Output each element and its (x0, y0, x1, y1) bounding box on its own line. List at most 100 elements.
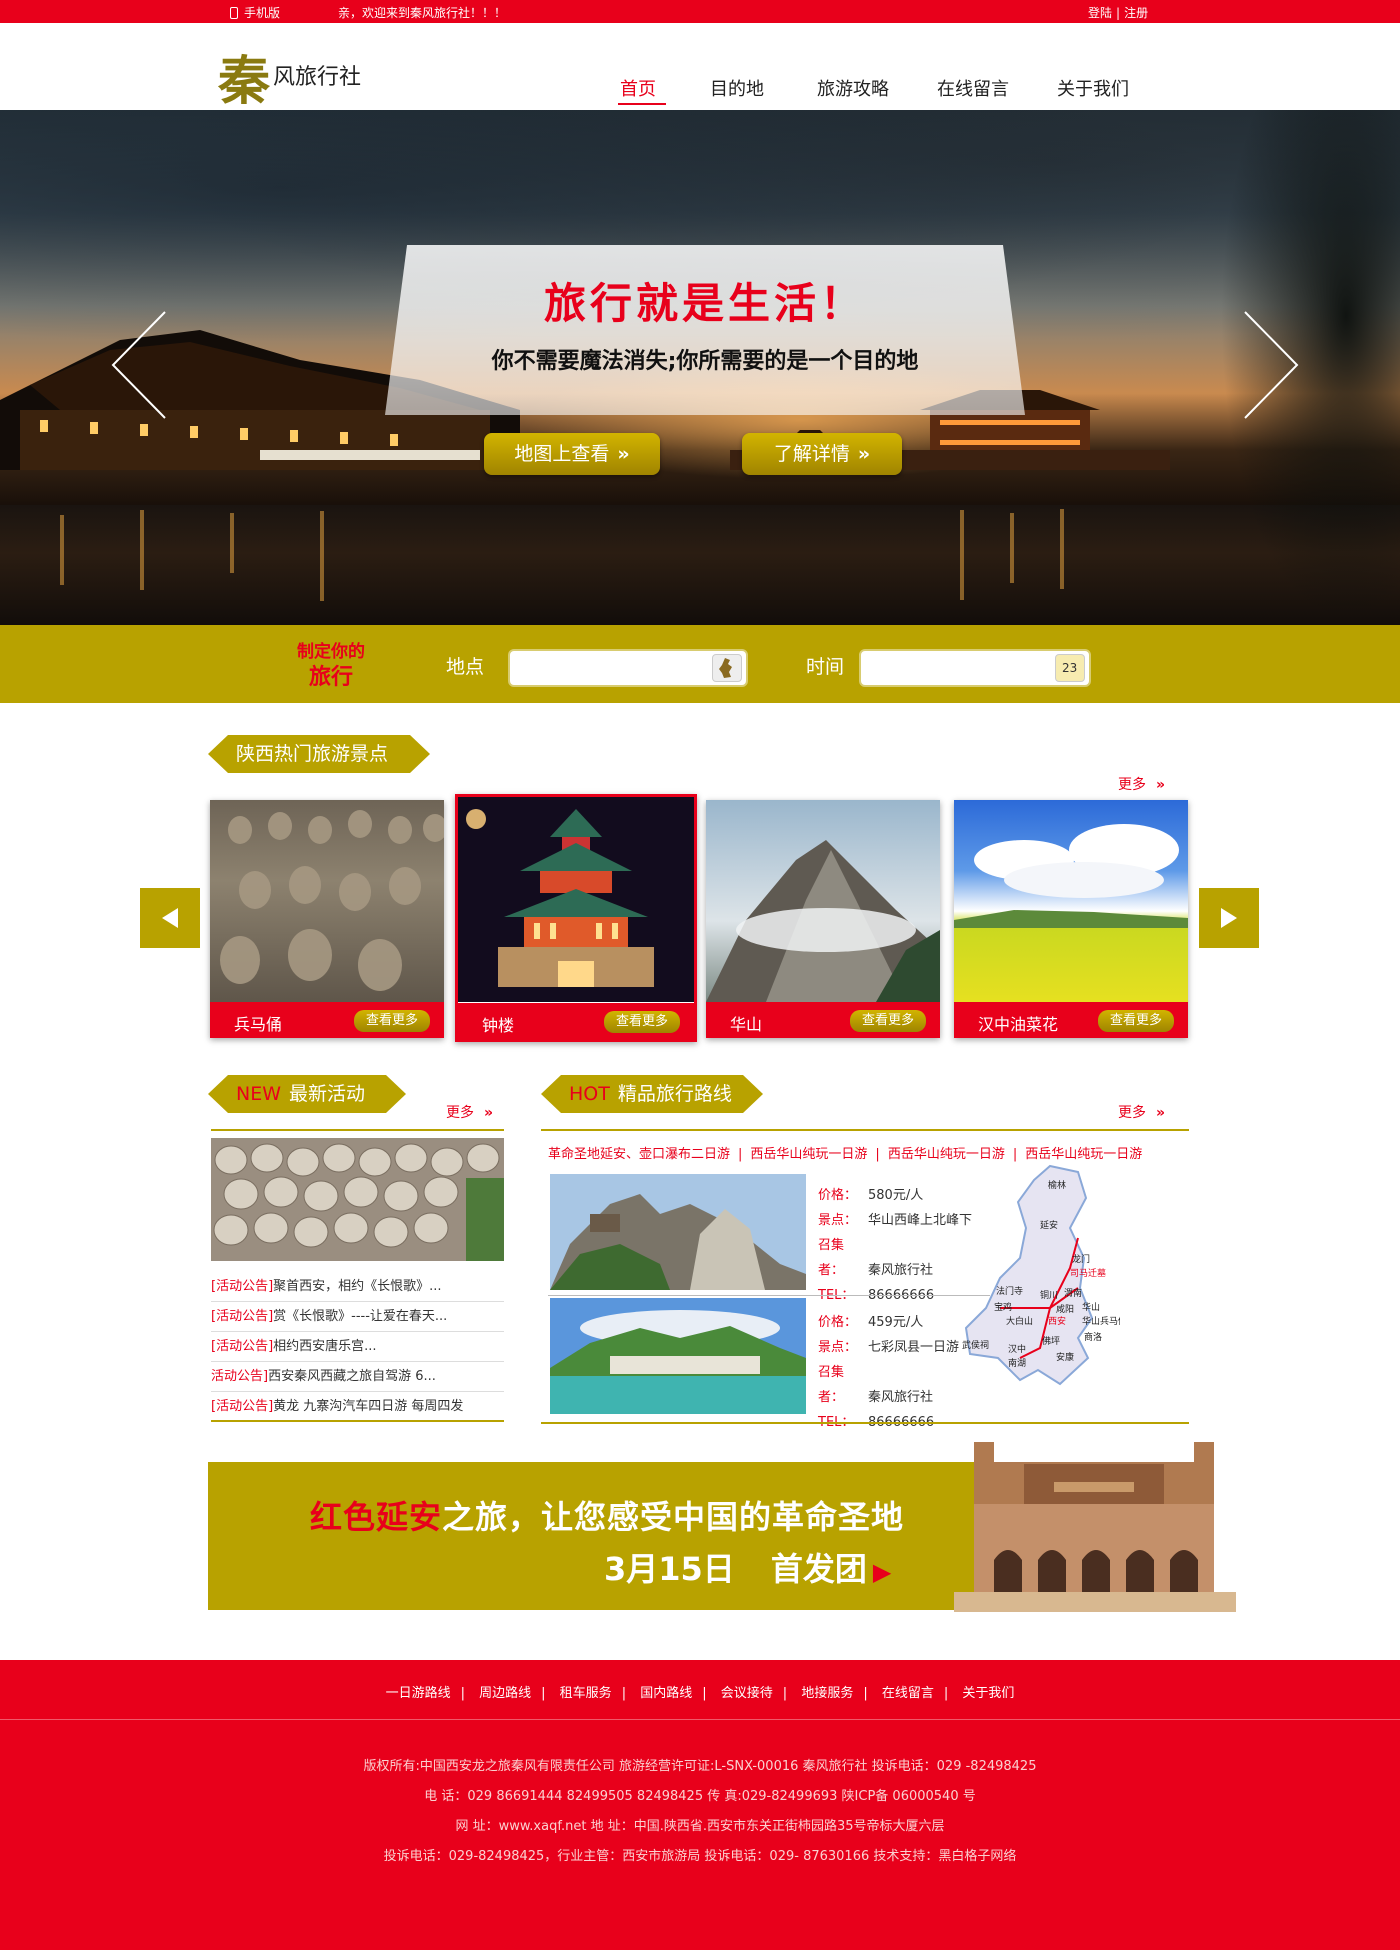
spot-card-rapeseed[interactable]: 汉中油菜花 查看更多 (954, 800, 1188, 1038)
view-more-button[interactable]: 查看更多 (850, 1010, 926, 1032)
route-spot: 华山西峰上北峰下 (868, 1213, 973, 1228)
footer-link[interactable]: 在线留言 (882, 1686, 934, 1701)
more-label: 更多 (1118, 1105, 1146, 1121)
planner-title-line1: 制定你的 (297, 642, 365, 662)
hero-next-arrow-icon[interactable] (1240, 310, 1300, 420)
map-label: 宝鸡 (994, 1301, 1012, 1313)
org-key: 召集者： (818, 1365, 845, 1405)
spot-card-terracotta[interactable]: 兵马俑 查看更多 (210, 800, 444, 1038)
double-chevron-icon: » (857, 443, 871, 465)
map-label: 南湖 (1008, 1357, 1026, 1369)
view-more-button[interactable]: 查看更多 (604, 1011, 680, 1033)
double-chevron-icon: » (484, 1105, 494, 1121)
nav-item-messages[interactable]: 在线留言 (937, 75, 1009, 101)
footer-info: 版权所有:中国西安龙之旅秦风有限责任公司 旅游经营许可证:L-SNX-00016… (0, 1752, 1400, 1872)
spot-card-bar: 华山 查看更多 (706, 1002, 940, 1038)
route-spot: 七彩凤县一日游 (868, 1340, 960, 1355)
logo[interactable]: 秦 风旅行社 (218, 41, 398, 112)
nav-item-home[interactable]: 首页 (620, 75, 656, 101)
place-label: 地点 (446, 656, 485, 678)
route-org: 秦风旅行社 (868, 1263, 934, 1278)
hero-prev-arrow-icon[interactable] (110, 310, 170, 420)
carousel-next-button[interactable] (1199, 888, 1259, 948)
footer-link[interactable]: 周边路线 (479, 1686, 531, 1701)
activities-list: [活动公告]聚首西安，相约《长恨歌》... [活动公告]赏《长恨歌》----让爱… (211, 1272, 504, 1422)
map-label: 龙门 (1072, 1253, 1090, 1265)
time-field: 23 (859, 649, 1091, 687)
yanan-promo-banner[interactable]: 红色延安之旅，让您感受中国的革命圣地 3月15日 首发团 ▶ (208, 1442, 1236, 1612)
activity-text: 相约西安唐乐宫... (273, 1339, 377, 1354)
auth-separator: | (1116, 6, 1121, 20)
spot-card-huashan[interactable]: 华山 查看更多 (706, 800, 940, 1038)
nav-item-guides[interactable]: 旅游攻略 (817, 75, 889, 101)
footer-info-line: 版权所有:中国西安龙之旅秦风有限责任公司 旅游经营许可证:L-SNX-00016… (363, 1759, 1037, 1774)
calendar-day: 23 (1062, 661, 1078, 675)
hero-lake (0, 505, 1400, 625)
map-pin-icon[interactable] (712, 654, 742, 682)
place-input[interactable] (518, 657, 688, 679)
org-key: 召集者： (818, 1238, 845, 1278)
activity-row[interactable]: [活动公告]聚首西安，相约《长恨歌》... (211, 1272, 504, 1302)
activities-title: NEW 最新活动 (208, 1075, 406, 1113)
hot-spots-more-link[interactable]: 更多 » (1118, 774, 1165, 794)
route-link[interactable]: 西岳华山纯玩一日游 (750, 1147, 867, 1162)
footer-link[interactable]: 会议接待 (721, 1686, 773, 1701)
activity-row[interactable]: [活动公告]赏《长恨歌》----让爱在春天... (211, 1302, 504, 1332)
top-bar: 手机版 亲，欢迎来到秦风旅行社！！！ 登陆 | 注册 (0, 0, 1400, 23)
yanan-hall-image (954, 1442, 1236, 1612)
route-info-2: 价格： 459元/人 景点： 七彩凤县一日游 召集者： 秦风旅行社 TEL： 86666… (818, 1310, 959, 1435)
route-info-1: 价格： 580元/人 景点： 华山西峰上北峰下 召集者： 秦风旅行社 TEL： 8666… (818, 1183, 972, 1308)
mobile-label: 手机版 (244, 6, 281, 20)
routes-more-link[interactable]: 更多 » (1118, 1102, 1165, 1122)
spot-card-bell-tower[interactable]: 钟楼 查看更多 (455, 794, 697, 1042)
spot-name: 华山 (730, 1015, 763, 1034)
activity-tag: [活动公告] (211, 1309, 274, 1324)
route-price: 580元/人 (868, 1188, 924, 1203)
route-link[interactable]: 革命圣地延安、壶口瀑布二日游 (548, 1147, 730, 1162)
login-link[interactable]: 登陆 (1088, 6, 1112, 20)
hero-banner: 旅行就是生活！ 你不需要魔法消失;你所需要的是一个目的地 地图上查看 » 了解详情… (0, 110, 1400, 625)
calendar-icon[interactable]: 23 (1055, 654, 1085, 682)
new-badge: NEW (236, 1083, 282, 1105)
time-label: 时间 (806, 656, 845, 678)
activity-row[interactable]: 活动公告]西安秦风西藏之旅自驾游 6... (211, 1362, 504, 1392)
learn-more-button[interactable]: 了解详情 » (742, 433, 902, 475)
footer-link[interactable]: 地接服务 (801, 1686, 853, 1701)
trip-planner-bar: 制定你的 旅行 地点 时间 23 (0, 625, 1400, 703)
mobile-version-link[interactable]: 手机版 (230, 4, 280, 21)
footer-link[interactable]: 国内路线 (640, 1686, 692, 1701)
activity-row[interactable]: [活动公告]相约西安唐乐宫... (211, 1332, 504, 1362)
footer-link[interactable]: 租车服务 (560, 1686, 612, 1701)
register-link[interactable]: 注册 (1124, 6, 1148, 20)
spot-card-bar: 兵马俑 查看更多 (210, 1002, 444, 1038)
planner-title: 制定你的 旅行 (286, 639, 376, 691)
nav-item-destinations[interactable]: 目的地 (710, 75, 764, 101)
route-huashan-image[interactable] (550, 1174, 806, 1290)
view-on-map-button[interactable]: 地图上查看 » (484, 433, 660, 475)
activity-row[interactable]: [活动公告]黄龙 九寨沟汽车四日游 每周四发 (211, 1392, 504, 1422)
footer-link[interactable]: 一日游路线 (386, 1686, 451, 1701)
play-triangle-icon: ▶ (872, 1558, 892, 1586)
banner-group: 首发团 (770, 1550, 867, 1588)
view-more-button[interactable]: 查看更多 (1098, 1010, 1174, 1032)
time-input[interactable] (869, 657, 1039, 679)
footer-info-line: 网 址：www.xaqf.net 地 址：中国.陕西省.西安市东关正街柿园路35… (455, 1819, 945, 1834)
learn-more-label: 了解详情 (773, 443, 850, 465)
view-more-button[interactable]: 查看更多 (354, 1010, 430, 1032)
map-label: 榆林 (1048, 1179, 1066, 1191)
route-fengxian-image[interactable] (550, 1298, 806, 1414)
place-field (508, 649, 748, 687)
activity-tag: 活动公告] (211, 1369, 269, 1384)
map-label: 西安 (1048, 1315, 1066, 1327)
footer-info-line: 投诉电话：029-82498425，行业主管：西安市旅游局 投诉电话：029- … (383, 1849, 1017, 1864)
route-org: 秦风旅行社 (868, 1390, 934, 1405)
activity-text: 聚首西安，相约《长恨歌》... (273, 1279, 442, 1294)
spot-name: 钟楼 (482, 1016, 515, 1035)
routes-title: HOT 精品旅行路线 (541, 1075, 763, 1113)
carousel-prev-button[interactable] (140, 888, 200, 948)
price-key: 价格： (818, 1188, 858, 1203)
nav-item-about[interactable]: 关于我们 (1057, 75, 1129, 101)
footer-link[interactable]: 关于我们 (962, 1686, 1014, 1701)
activities-more-link[interactable]: 更多 » (446, 1102, 493, 1122)
map-label: 法门寺 (996, 1285, 1023, 1297)
